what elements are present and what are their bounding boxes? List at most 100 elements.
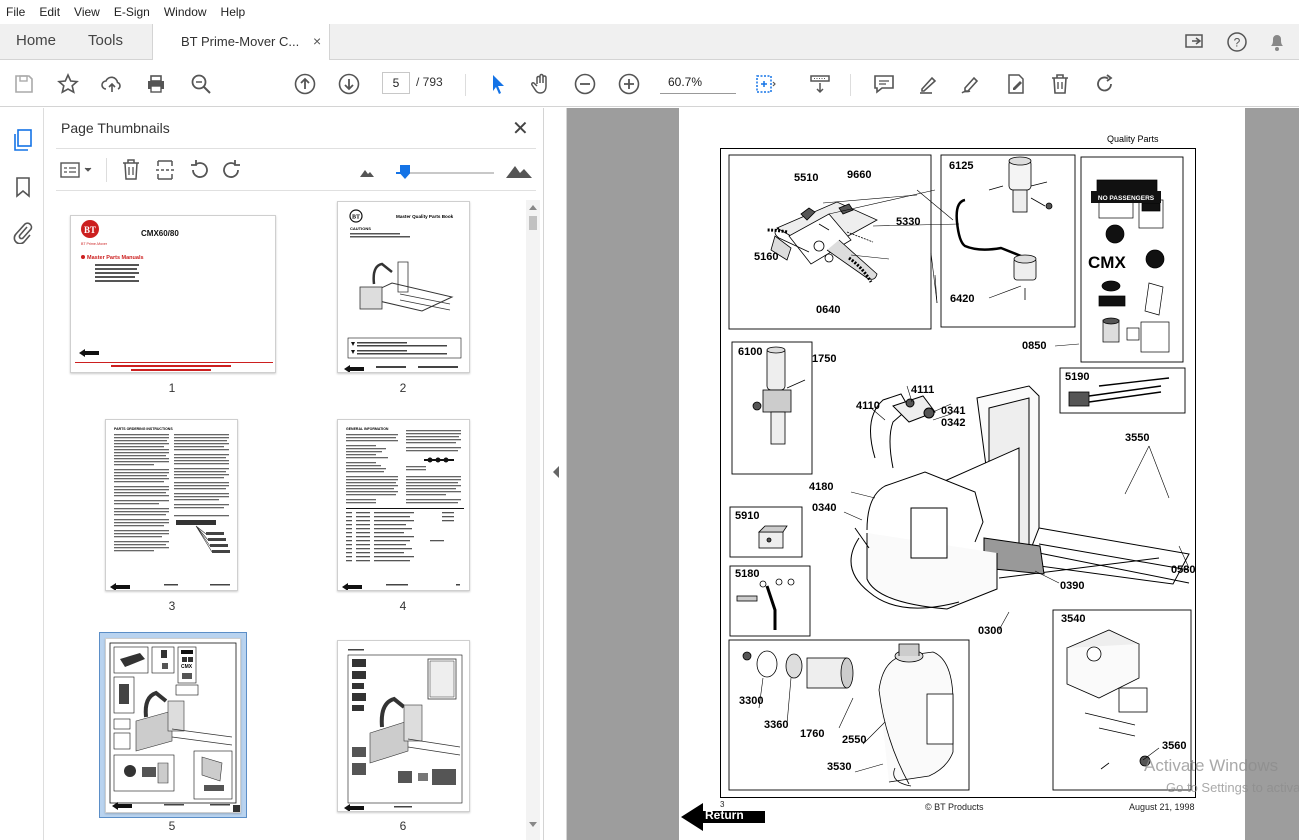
thumbnail-number: 4	[399, 599, 407, 613]
hand-icon[interactable]	[529, 72, 553, 96]
footer-copyright: © BT Products	[925, 802, 984, 812]
callout-5910: 5910	[735, 510, 760, 522]
thumbnail-page-5[interactable]: CMX	[105, 638, 241, 813]
delete-page-icon[interactable]	[120, 158, 142, 185]
thumb-logo-caption: BT Prime-Mover	[81, 242, 108, 246]
menu-help[interactable]: Help	[221, 5, 246, 19]
panel-divider	[56, 190, 536, 191]
callout-1750: 1750	[812, 353, 837, 365]
zoom-in-icon[interactable]	[617, 72, 641, 96]
next-page-icon[interactable]	[337, 72, 361, 96]
thumbnail-size-slider[interactable]	[396, 172, 494, 174]
thumbnails-scrollbar[interactable]	[526, 200, 540, 840]
thumbnail-page-6[interactable]	[337, 640, 470, 812]
tab-document[interactable]: BT Prime-Mover C... ×	[152, 24, 330, 60]
prev-page-icon[interactable]	[293, 72, 317, 96]
callout-0580: 0580	[1171, 564, 1196, 576]
large-thumbnail-icon[interactable]	[506, 162, 532, 181]
small-thumbnail-icon[interactable]	[360, 166, 374, 180]
callout-5190: 5190	[1065, 371, 1090, 383]
tab-close-icon[interactable]: ×	[313, 33, 321, 49]
bell-icon[interactable]	[1267, 31, 1287, 53]
menu-edit[interactable]: Edit	[39, 5, 60, 19]
callout-6420: 6420	[950, 293, 975, 305]
menu-view[interactable]: View	[74, 5, 100, 19]
thumbnail-page-1[interactable]: BT BT Prime-Mover CMX60/80 Master Parts …	[70, 215, 276, 373]
delete-icon[interactable]	[1048, 72, 1072, 96]
save-icon[interactable]	[12, 72, 36, 96]
thumbnail-number: 3	[168, 599, 176, 613]
thumb-title: GENERAL INFORMATION	[346, 427, 389, 431]
activation-watermark-sub: Go to Settings to activa	[1166, 780, 1299, 795]
help-icon[interactable]: ?	[1226, 31, 1248, 53]
callout-5510: 5510	[794, 172, 819, 184]
callout-0340: 0340	[812, 502, 837, 514]
thumbnail-toolbar	[44, 152, 544, 188]
thumb-title: Master Quality Parts Book	[396, 214, 454, 219]
callout-3300: 3300	[739, 695, 764, 707]
callout-3560: 3560	[1162, 740, 1187, 752]
rotate-ccw-icon[interactable]	[187, 158, 211, 185]
svg-text:BT: BT	[352, 215, 360, 221]
callout-1760: 1760	[800, 728, 825, 740]
find-icon[interactable]	[189, 72, 213, 96]
thumbnail-resize-handle[interactable]	[233, 805, 240, 812]
page-number-input[interactable]: 5	[382, 72, 410, 94]
extract-page-icon[interactable]	[154, 158, 176, 185]
callout-0300: 0300	[978, 625, 1003, 637]
tab-tools[interactable]: Tools	[88, 32, 123, 49]
thumb-title: CMX60/80	[141, 229, 179, 238]
menu-window[interactable]: Window	[164, 5, 207, 19]
thumbnail-number: 6	[399, 819, 407, 833]
sign-icon[interactable]	[959, 72, 983, 96]
callout-0850: 0850	[1022, 340, 1047, 352]
comment-icon[interactable]	[872, 72, 896, 96]
document-page: Quality Parts NO PASSENGERS CMX 5510 966…	[679, 108, 1245, 840]
collapse-arrow-icon	[553, 466, 559, 478]
thumbnail-number: 5	[168, 819, 176, 833]
callout-9660: 9660	[847, 169, 872, 181]
toolbar: 5 / 793 60.7%	[0, 60, 1299, 107]
bookmarks-icon[interactable]	[14, 176, 32, 201]
panel-close-icon[interactable]: ✕	[512, 116, 529, 141]
menu-bar: File Edit View E-Sign Window Help	[0, 0, 1299, 24]
thumbnail-options-icon[interactable]	[60, 160, 96, 183]
callout-3550: 3550	[1125, 432, 1150, 444]
rotate-cw-icon[interactable]	[220, 158, 244, 185]
star-icon[interactable]	[56, 72, 80, 96]
panel-collapse-strip[interactable]	[545, 108, 567, 840]
decal-cmx: CMX	[1088, 253, 1126, 272]
scroll-mode-icon[interactable]	[808, 72, 832, 96]
print-icon[interactable]	[144, 72, 168, 96]
thumbnail-page-2[interactable]: BT Master Quality Parts Book CAUTIONS	[337, 201, 470, 373]
return-link[interactable]: Return	[705, 808, 744, 822]
zoom-out-icon[interactable]	[573, 72, 597, 96]
callout-0640: 0640	[816, 304, 841, 316]
thumbnail-page-3[interactable]: PARTS ORDERING INSTRUCTIONS	[105, 419, 238, 591]
upload-icon[interactable]	[100, 72, 124, 96]
menu-file[interactable]: File	[6, 5, 25, 19]
menu-esign[interactable]: E-Sign	[114, 5, 150, 19]
redo-icon[interactable]	[1093, 72, 1117, 96]
highlight-icon[interactable]	[917, 72, 941, 96]
edit-icon[interactable]	[1004, 72, 1028, 96]
document-view[interactable]: Quality Parts NO PASSENGERS CMX 5510 966…	[567, 108, 1299, 840]
select-icon[interactable]	[486, 72, 510, 96]
thumbnail-size-slider-handle[interactable]	[400, 165, 410, 179]
fit-icon[interactable]	[752, 72, 776, 96]
zoom-level-select[interactable]: 60.7%	[660, 72, 736, 94]
scrollbar-thumb[interactable]	[529, 216, 537, 230]
panel-divider	[56, 148, 536, 149]
callout-5160: 5160	[754, 251, 779, 263]
thumb-subtitle: Master Parts Manuals	[87, 255, 144, 261]
left-navigation-rail	[0, 108, 44, 840]
svg-text:?: ?	[1234, 36, 1241, 50]
tab-home[interactable]: Home	[16, 32, 56, 49]
page-thumbnails-icon[interactable]	[12, 128, 34, 155]
attachments-icon[interactable]	[12, 220, 34, 247]
scroll-up-icon	[529, 205, 537, 210]
thumbnail-page-4[interactable]: GENERAL INFORMATION	[337, 419, 470, 591]
share-icon[interactable]	[1184, 32, 1206, 52]
callout-0342: 0342	[941, 417, 966, 429]
thumb-subtitle: CAUTIONS	[350, 226, 371, 231]
